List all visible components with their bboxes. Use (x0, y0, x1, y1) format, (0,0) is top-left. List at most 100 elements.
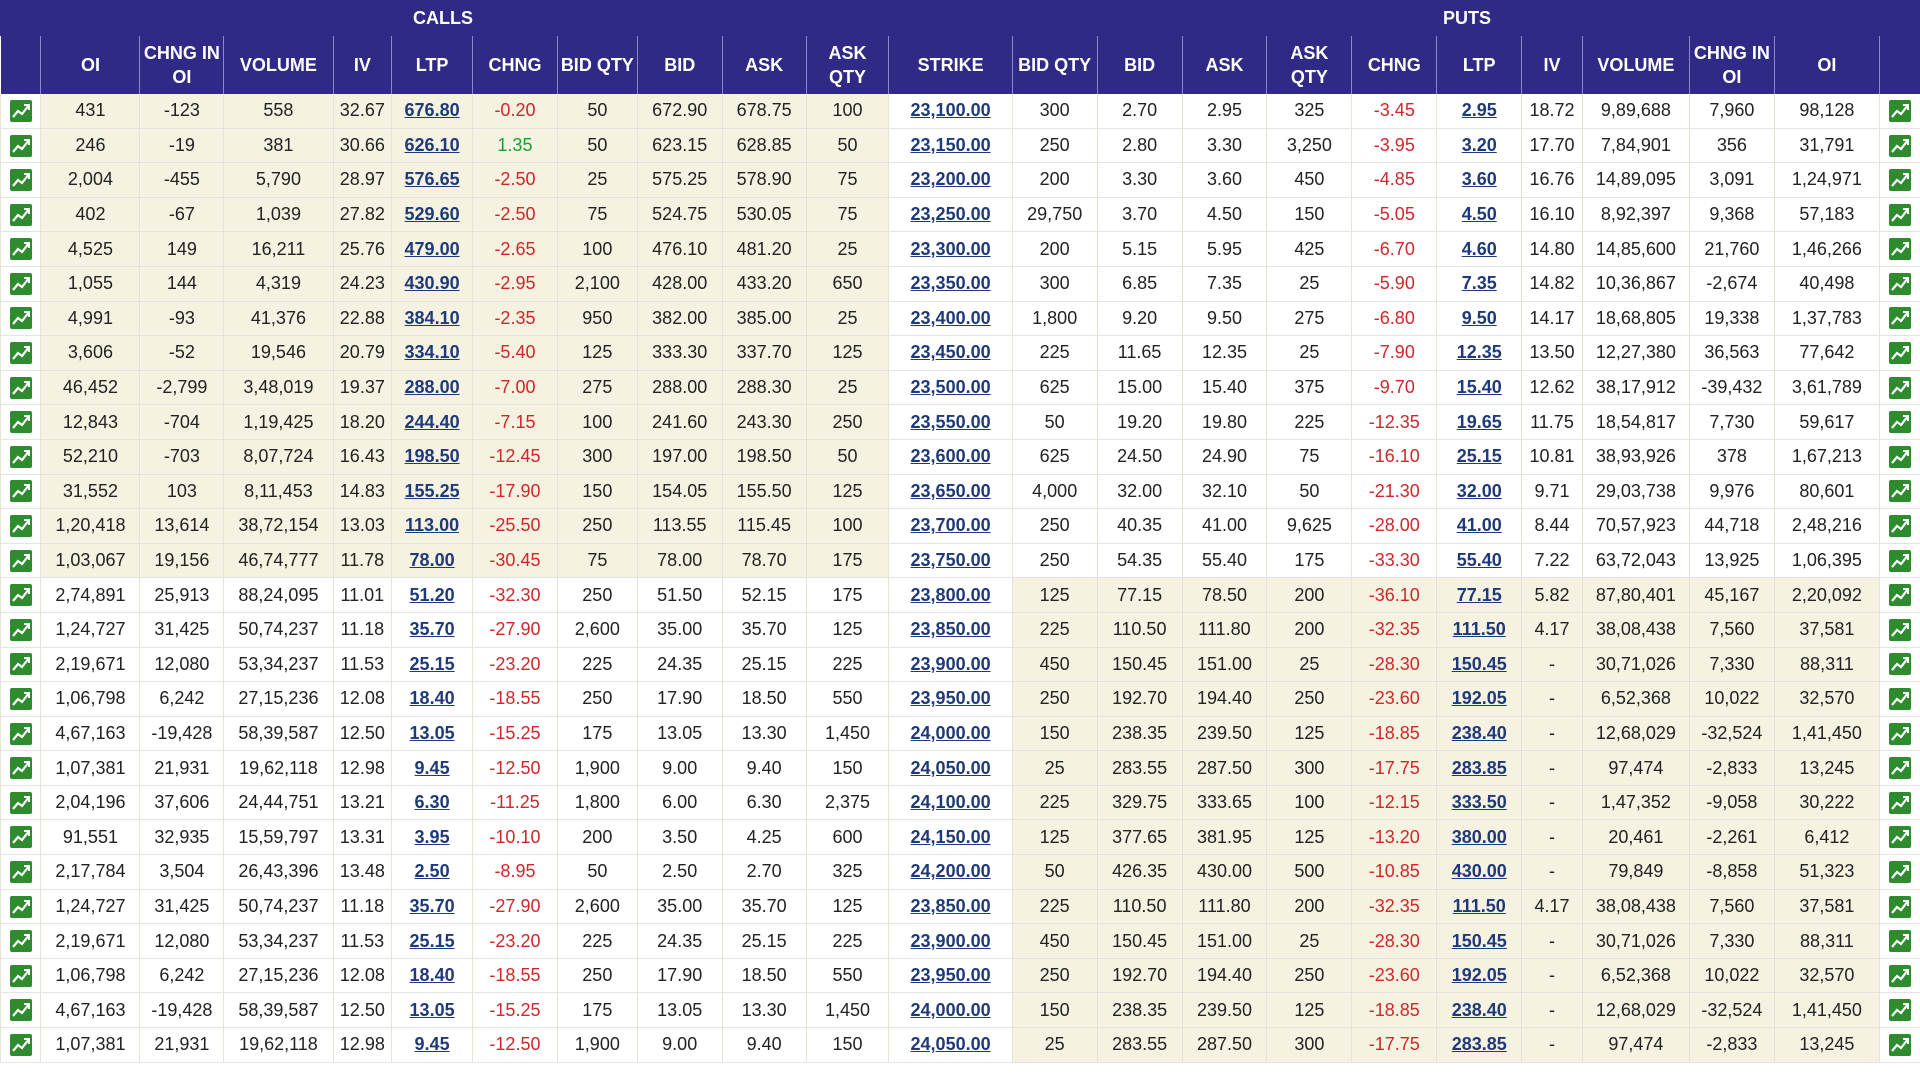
call-ltp-value[interactable]: 479.00 (405, 239, 460, 259)
chart-icon[interactable] (9, 342, 32, 365)
put-ltp-value[interactable]: 19.65 (1457, 412, 1502, 432)
chart-icon[interactable] (9, 584, 32, 607)
put-ltp-value[interactable]: 12.35 (1457, 342, 1502, 362)
strike-price-link[interactable]: 23,950.00 (911, 965, 991, 985)
chart-icon[interactable] (9, 1033, 32, 1056)
strike-price-link[interactable]: 23,550.00 (911, 412, 991, 432)
strike-price-link[interactable]: 23,600.00 (911, 446, 991, 466)
call-ltp-value[interactable]: 9.45 (415, 1034, 450, 1054)
chart-icon[interactable] (1888, 342, 1911, 365)
strike-price-link[interactable]: 23,950.00 (911, 688, 991, 708)
chart-icon[interactable] (1888, 307, 1911, 330)
call-ltp-value[interactable]: 334.10 (405, 342, 460, 362)
strike-price-link[interactable]: 23,750.00 (911, 550, 991, 570)
strike-price-link[interactable]: 23,850.00 (911, 896, 991, 916)
chart-icon[interactable] (1888, 791, 1911, 814)
chart-icon[interactable] (1888, 376, 1911, 399)
strike-price-link[interactable]: 24,000.00 (911, 1000, 991, 1020)
col-call-volume[interactable]: VOLUME (223, 36, 334, 94)
col-put-ask[interactable]: ASK (1181, 36, 1267, 94)
strike-price-link[interactable]: 23,300.00 (911, 239, 991, 259)
put-ltp-value[interactable]: 4.60 (1462, 239, 1497, 259)
chart-icon[interactable] (9, 549, 32, 572)
chart-icon[interactable] (1888, 826, 1911, 849)
call-ltp-value[interactable]: 384.10 (405, 308, 460, 328)
chart-icon[interactable] (1888, 169, 1911, 192)
chart-icon[interactable] (1888, 480, 1911, 503)
chart-icon[interactable] (1888, 618, 1911, 641)
put-ltp-value[interactable]: 283.85 (1452, 758, 1507, 778)
put-ltp-value[interactable]: 4.50 (1462, 204, 1497, 224)
call-ltp-value[interactable]: 3.95 (415, 827, 450, 847)
col-strike[interactable]: STRIKE (888, 36, 1013, 94)
col-call-ltp[interactable]: LTP (391, 36, 473, 94)
col-call-iv[interactable]: IV (332, 36, 392, 94)
chart-icon[interactable] (9, 964, 32, 987)
chart-icon[interactable] (1888, 722, 1911, 745)
call-ltp-value[interactable]: 78.00 (410, 550, 455, 570)
put-ltp-value[interactable]: 25.15 (1457, 446, 1502, 466)
col-call-chng[interactable]: CHNG (472, 36, 558, 94)
strike-price-link[interactable]: 24,150.00 (911, 827, 991, 847)
col-put-volume[interactable]: VOLUME (1581, 36, 1690, 94)
chart-icon[interactable] (9, 411, 32, 434)
chart-icon[interactable] (1888, 860, 1911, 883)
chart-icon[interactable] (1888, 134, 1911, 157)
col-call-ask[interactable]: ASK (721, 36, 807, 94)
chart-icon[interactable] (9, 238, 32, 261)
put-ltp-value[interactable]: 238.40 (1452, 723, 1507, 743)
call-ltp-value[interactable]: 676.80 (405, 100, 460, 120)
call-ltp-value[interactable]: 155.25 (405, 481, 460, 501)
col-put-chng[interactable]: CHNG (1351, 36, 1437, 94)
call-ltp-value[interactable]: 576.65 (405, 169, 460, 189)
strike-price-link[interactable]: 23,900.00 (911, 654, 991, 674)
chart-icon[interactable] (9, 688, 32, 711)
strike-price-link[interactable]: 24,200.00 (911, 861, 991, 881)
call-ltp-value[interactable]: 198.50 (405, 446, 460, 466)
col-put-bid[interactable]: BID (1096, 36, 1183, 94)
put-ltp-value[interactable]: 333.50 (1452, 792, 1507, 812)
col-call-chng-oi[interactable]: CHNG IN OI (139, 36, 224, 94)
call-ltp-value[interactable]: 13.05 (410, 1000, 455, 1020)
chart-icon[interactable] (1888, 238, 1911, 261)
put-ltp-value[interactable]: 41.00 (1457, 515, 1502, 535)
chart-icon[interactable] (1888, 99, 1911, 122)
strike-price-link[interactable]: 24,100.00 (911, 792, 991, 812)
strike-price-link[interactable]: 23,800.00 (911, 585, 991, 605)
chart-icon[interactable] (9, 618, 32, 641)
chart-icon[interactable] (9, 757, 32, 780)
chart-icon[interactable] (9, 653, 32, 676)
chart-icon[interactable] (1888, 895, 1911, 918)
chart-icon[interactable] (9, 515, 32, 538)
chart-icon[interactable] (9, 480, 32, 503)
strike-price-link[interactable]: 24,050.00 (911, 758, 991, 778)
chart-icon[interactable] (1888, 688, 1911, 711)
put-ltp-value[interactable]: 192.05 (1452, 688, 1507, 708)
strike-price-link[interactable]: 23,350.00 (911, 273, 991, 293)
chart-icon[interactable] (9, 203, 32, 226)
chart-icon[interactable] (9, 99, 32, 122)
call-ltp-value[interactable]: 51.20 (410, 585, 455, 605)
strike-price-link[interactable]: 23,150.00 (911, 135, 991, 155)
col-call-oi[interactable]: OI (40, 36, 140, 94)
strike-price-link[interactable]: 23,650.00 (911, 481, 991, 501)
call-ltp-value[interactable]: 288.00 (405, 377, 460, 397)
chart-icon[interactable] (1888, 999, 1911, 1022)
put-ltp-value[interactable]: 150.45 (1452, 654, 1507, 674)
put-ltp-value[interactable]: 111.50 (1453, 619, 1506, 639)
chart-icon[interactable] (9, 999, 32, 1022)
chart-icon[interactable] (1888, 445, 1911, 468)
put-ltp-value[interactable]: 55.40 (1457, 550, 1502, 570)
strike-price-link[interactable]: 23,500.00 (911, 377, 991, 397)
chart-icon[interactable] (9, 134, 32, 157)
put-ltp-value[interactable]: 3.20 (1462, 135, 1497, 155)
call-ltp-value[interactable]: 113.00 (405, 515, 459, 535)
chart-icon[interactable] (1888, 964, 1911, 987)
strike-price-link[interactable]: 23,400.00 (911, 308, 991, 328)
put-ltp-value[interactable]: 32.00 (1457, 481, 1502, 501)
chart-icon[interactable] (9, 445, 32, 468)
strike-price-link[interactable]: 24,050.00 (911, 1034, 991, 1054)
call-ltp-value[interactable]: 18.40 (410, 965, 455, 985)
call-ltp-value[interactable]: 25.15 (410, 931, 455, 951)
chart-icon[interactable] (1888, 272, 1911, 295)
